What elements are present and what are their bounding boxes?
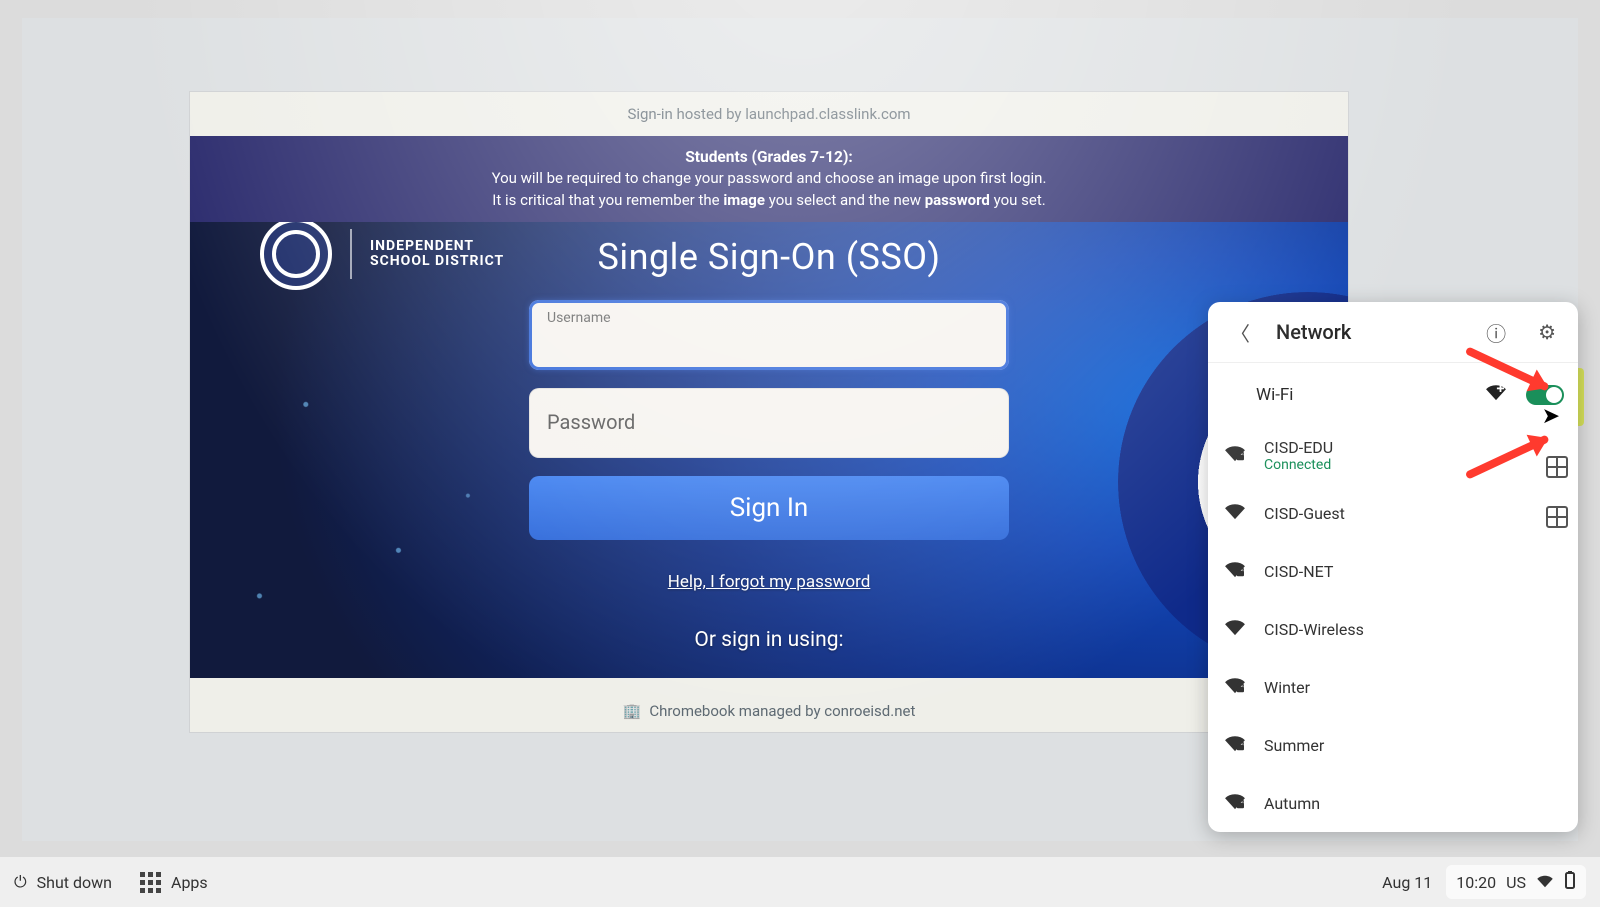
wifi-network-row[interactable]: Autumn — [1208, 774, 1578, 832]
apps-button[interactable]: Apps — [140, 872, 208, 893]
wifi-icon — [1536, 873, 1554, 892]
enterprise-icon: 🏢 — [623, 702, 642, 720]
shutdown-button[interactable]: ⏻ Shut down — [14, 872, 112, 892]
wifi-network-row[interactable]: CISD-Wireless — [1208, 600, 1578, 658]
wifi-network-row[interactable]: Winter — [1208, 658, 1578, 716]
wifi-label: Wi-Fi — [1222, 385, 1293, 405]
back-button[interactable]: 〈 — [1224, 312, 1256, 353]
wifi-network-row[interactable]: CISD-EDUConnected — [1208, 426, 1578, 484]
banner-heading: Students (Grades 7-12): — [210, 146, 1328, 168]
notice-banner: Students (Grades 7-12): You will be requ… — [190, 136, 1348, 222]
login-form: Username Password Sign In Help, I forgot… — [529, 300, 1009, 678]
wifi-network-row[interactable]: CISD-Guest — [1208, 484, 1578, 542]
or-sign-in-using-label: Or sign in using: — [529, 628, 1009, 652]
wifi-network-name: Winter — [1264, 678, 1310, 697]
managed-by-label: 🏢 Chromebook managed by conroeisd.net — [190, 702, 1348, 720]
wifi-network-name: CISD-Guest — [1264, 504, 1345, 523]
virtual-desk-icon[interactable] — [1546, 456, 1568, 478]
district-logo-icon — [260, 222, 332, 290]
banner-line2: It is critical that you remember the ima… — [210, 190, 1328, 212]
wifi-signal-icon — [1222, 560, 1248, 583]
network-quicksettings-panel: 〈 Network ⓘ ⚙ Wi-Fi CISD-EDUConnectedCIS… — [1208, 302, 1578, 832]
signin-frame: Sign-in hosted by launchpad.classlink.co… — [190, 92, 1348, 732]
wifi-signal-icon — [1222, 502, 1248, 525]
add-wifi-icon[interactable] — [1482, 383, 1510, 406]
host-banner: Sign-in hosted by launchpad.classlink.co… — [190, 92, 1348, 136]
username-input[interactable] — [529, 300, 1009, 370]
info-icon[interactable]: ⓘ — [1480, 312, 1512, 353]
virtual-desk-icon[interactable] — [1546, 506, 1568, 528]
wifi-network-name: CISD-EDU — [1264, 438, 1333, 457]
apps-grid-icon — [140, 872, 161, 893]
district-line1: INDEPENDENT — [370, 239, 504, 254]
wifi-network-name: CISD-Wireless — [1264, 620, 1364, 639]
tray-time: 10:20 — [1456, 873, 1496, 892]
banner-line1: You will be required to change your pass… — [210, 168, 1328, 190]
settings-gear-icon[interactable]: ⚙ — [1532, 314, 1562, 350]
password-input[interactable] — [529, 388, 1009, 458]
wifi-signal-icon — [1222, 734, 1248, 757]
password-field[interactable]: Password — [529, 388, 1009, 458]
signin-button[interactable]: Sign In — [529, 476, 1009, 540]
wifi-network-name: Summer — [1264, 736, 1324, 755]
wifi-signal-icon — [1222, 792, 1248, 815]
status-tray[interactable]: Aug 11 10:20 US — [1382, 865, 1586, 899]
wifi-network-list: CISD-EDUConnected CISD-Guest CISD-NET CISD-… — [1208, 426, 1578, 832]
tray-date: Aug 11 — [1382, 873, 1432, 892]
wifi-network-status: Connected — [1264, 457, 1333, 473]
username-field[interactable]: Username — [529, 300, 1009, 370]
wifi-network-row[interactable]: Summer — [1208, 716, 1578, 774]
forgot-password-link[interactable]: Help, I forgot my password — [529, 572, 1009, 592]
district-branding: INDEPENDENT SCHOOL DISTRICT — [260, 222, 504, 290]
shelf: ⏻ Shut down Apps Aug 11 10:20 US — [0, 857, 1600, 907]
wifi-signal-icon — [1222, 618, 1248, 641]
sso-panel: INDEPENDENT SCHOOL DISTRICT Single Sign-… — [190, 222, 1348, 678]
wifi-network-row[interactable]: CISD-NET — [1208, 542, 1578, 600]
wifi-signal-icon — [1222, 444, 1248, 467]
wifi-network-name: Autumn — [1264, 794, 1320, 813]
wifi-network-name: CISD-NET — [1264, 562, 1333, 581]
quicksettings-title: Network — [1276, 320, 1460, 344]
tray-language: US — [1506, 873, 1526, 892]
wifi-signal-icon — [1222, 676, 1248, 699]
district-line2: SCHOOL DISTRICT — [370, 254, 504, 269]
power-icon: ⏻ — [14, 872, 27, 892]
battery-icon — [1564, 871, 1576, 893]
